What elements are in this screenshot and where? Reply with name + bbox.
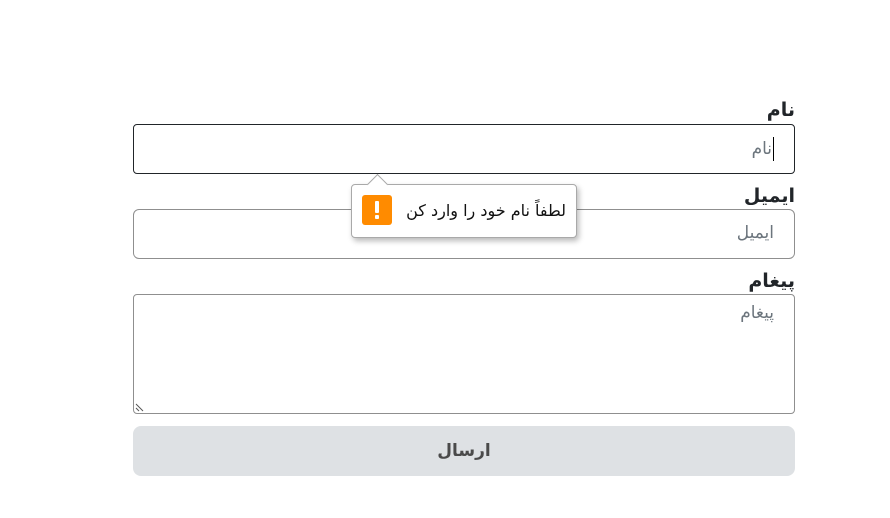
- name-input[interactable]: نام: [133, 124, 795, 174]
- validation-tooltip: لطفاً نام خود را وارد کن: [351, 173, 577, 238]
- message-label: پیغام: [748, 270, 795, 292]
- email-label: ایمیل: [743, 185, 795, 207]
- message-placeholder: پیغام: [740, 303, 774, 323]
- submit-button[interactable]: ارسال: [133, 426, 795, 476]
- name-placeholder: نام: [751, 139, 772, 159]
- email-placeholder: ایمیل: [736, 223, 774, 243]
- name-label: نام: [766, 99, 795, 121]
- warning-icon: [362, 195, 392, 225]
- resize-grip-icon[interactable]: [135, 402, 145, 412]
- validation-message: لطفاً نام خود را وارد کن: [406, 201, 566, 220]
- message-textarea[interactable]: پیغام: [133, 294, 795, 414]
- text-caret: [773, 137, 774, 161]
- tooltip-arrow: [366, 173, 389, 196]
